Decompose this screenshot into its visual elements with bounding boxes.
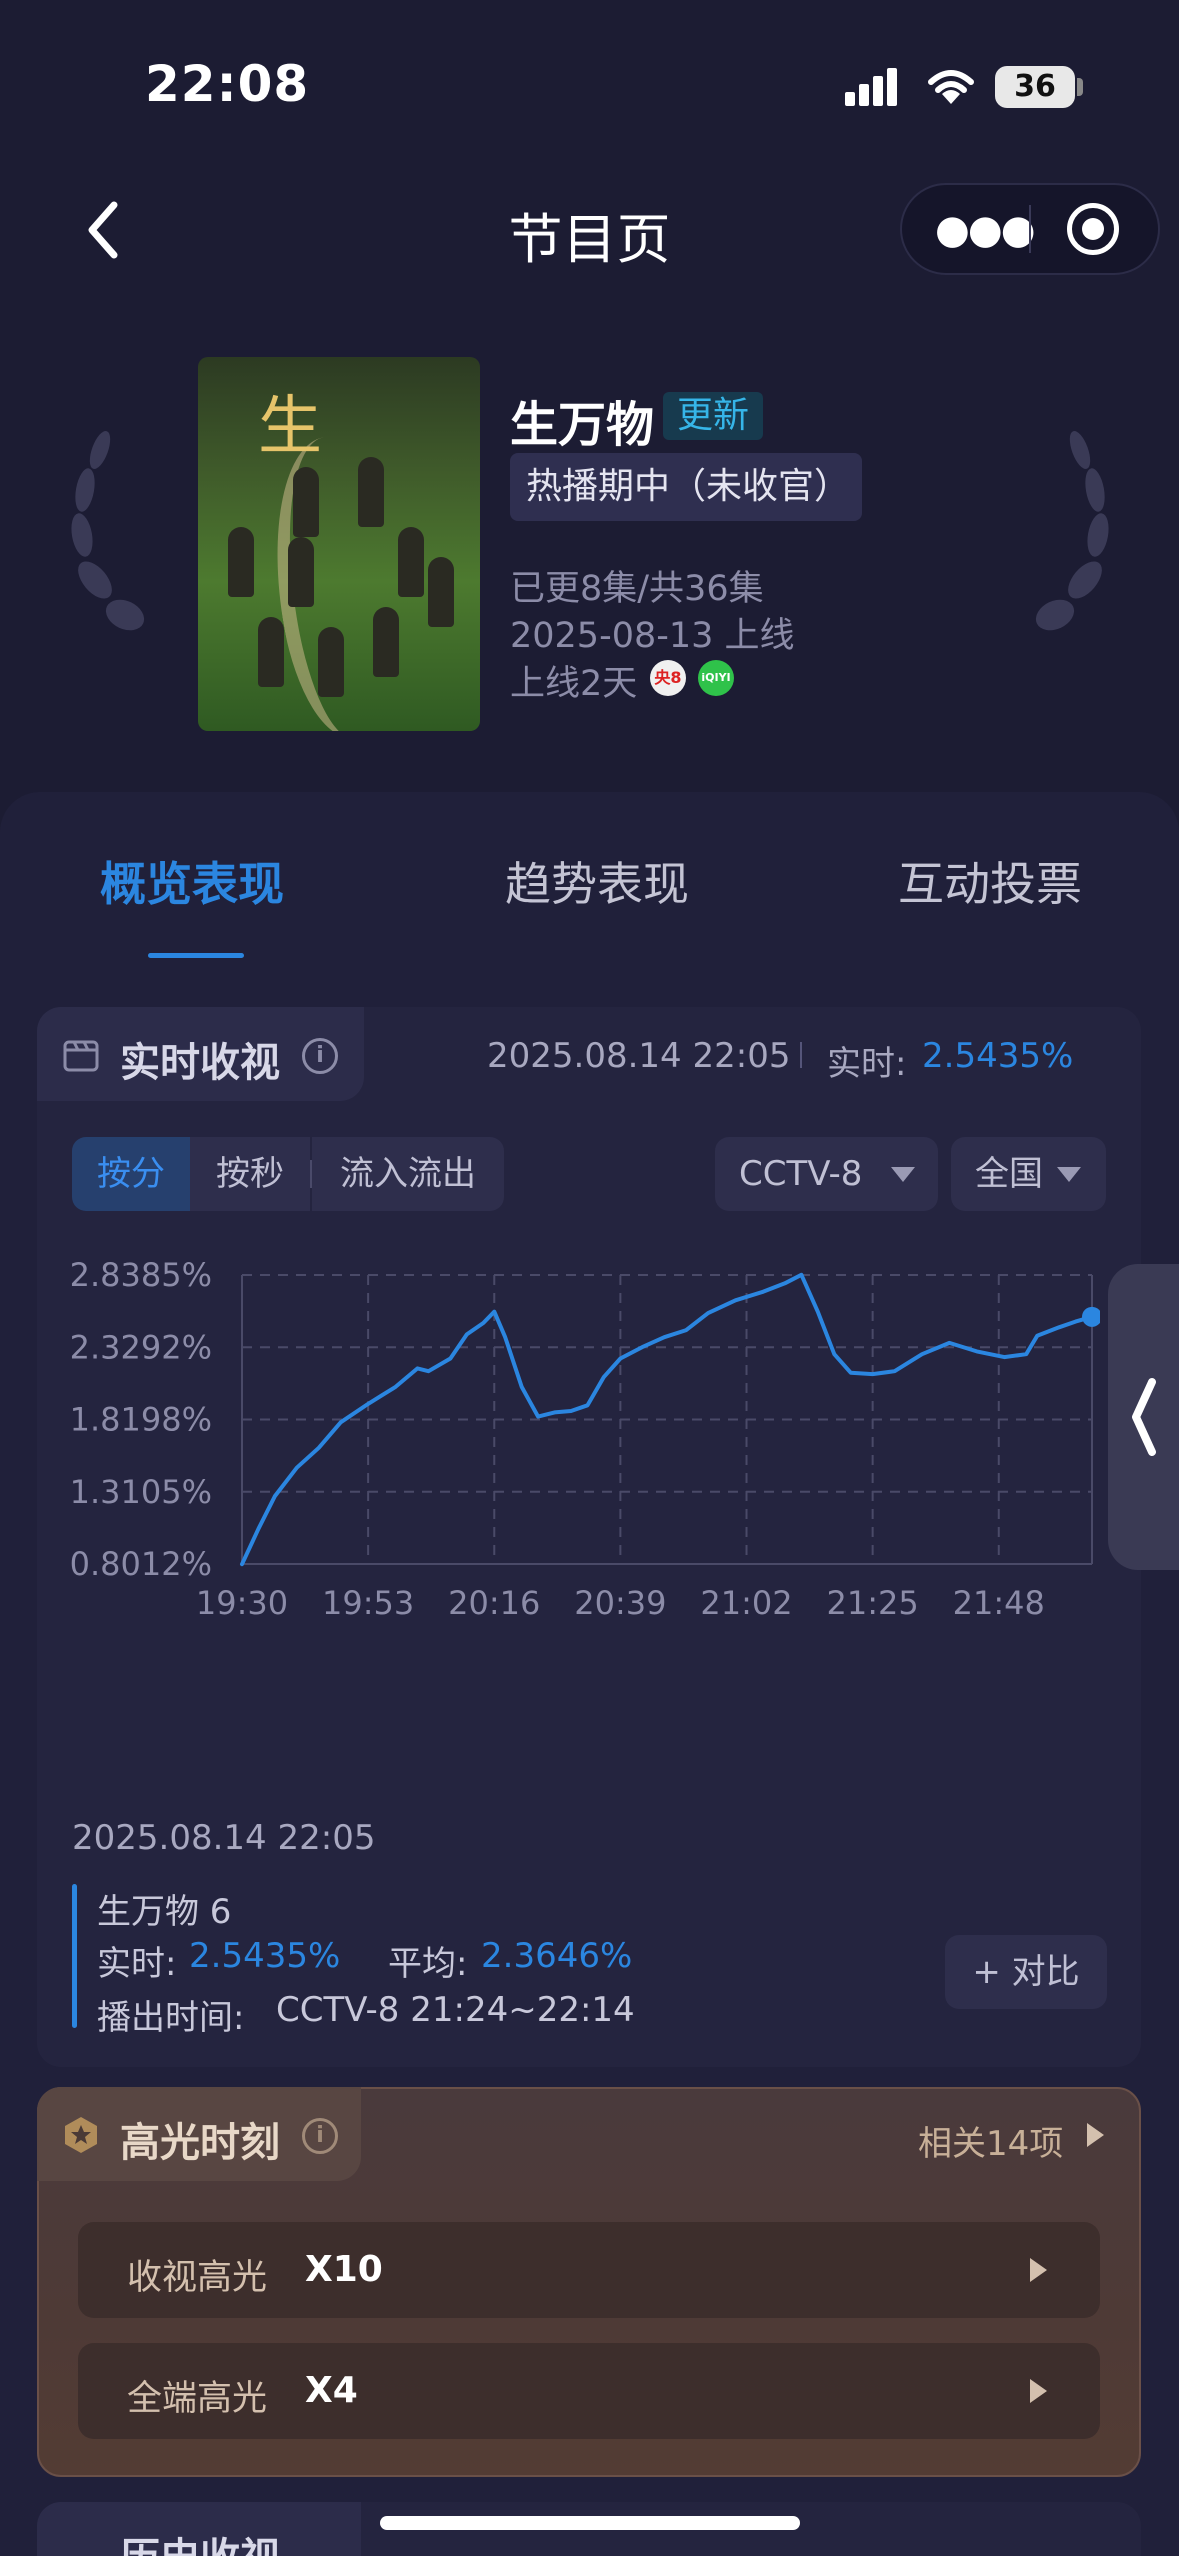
episode-count: 已更8集/共36集 bbox=[510, 569, 764, 609]
realtime-ratings-chart: 2.8385% 2.3292% 1.8198% 1.3105% 0.8012%19:30… bbox=[70, 1256, 1100, 1622]
info-icon[interactable]: i bbox=[302, 1038, 338, 1074]
battery-indicator: 36 bbox=[995, 66, 1075, 108]
highlight-count: X4 bbox=[305, 2370, 358, 2411]
clapperboard-icon bbox=[63, 1040, 99, 1072]
legend-airtime-value: CCTV-8 21:24~22:14 bbox=[276, 1990, 635, 2030]
y-tick-label: 2.8385% bbox=[70, 1256, 212, 1294]
channel-dropdown-value: CCTV-8 bbox=[739, 1154, 863, 1194]
tab-trends[interactable]: 趋势表现 bbox=[505, 848, 689, 914]
play-arrow-icon[interactable] bbox=[1087, 2123, 1104, 2147]
cctv8-channel-icon: 央8 bbox=[650, 660, 686, 696]
divider bbox=[800, 1042, 802, 1068]
play-arrow-icon bbox=[1030, 2258, 1047, 2282]
tab-active-indicator bbox=[148, 953, 244, 958]
region-dropdown-value: 全国 bbox=[975, 1154, 1043, 1194]
laurel-right-icon bbox=[1035, 431, 1109, 631]
legend-airtime-label: 播出时间: bbox=[97, 1998, 245, 2038]
region-dropdown[interactable]: 全国 bbox=[951, 1137, 1106, 1211]
legend-series-name: 生万物 6 bbox=[97, 1892, 232, 1932]
laurel-left-icon bbox=[71, 431, 145, 631]
highlight-count: X10 bbox=[305, 2249, 383, 2290]
realtime-title: 实时收视 bbox=[120, 1040, 280, 1086]
play-arrow-icon bbox=[1030, 2379, 1047, 2403]
highlight-label: 收视高光 bbox=[127, 2258, 268, 2298]
info-icon[interactable]: i bbox=[302, 2118, 338, 2154]
star-badge-icon bbox=[65, 2117, 97, 2153]
signal-icon bbox=[845, 68, 897, 106]
online-days: 上线2天 bbox=[510, 664, 638, 704]
highlights-title: 高光时刻 bbox=[120, 2120, 280, 2166]
compare-button[interactable]: + 对比 bbox=[945, 1935, 1107, 2009]
segment-by-second[interactable]: 按秒 bbox=[190, 1137, 310, 1211]
update-badge: 更新 bbox=[663, 392, 764, 440]
realtime-timestamp: 2025.08.14 22:05 bbox=[487, 1036, 791, 1076]
highlights-related-link[interactable]: 相关14项 bbox=[918, 2116, 1063, 2165]
legend-timestamp: 2025.08.14 22:05 bbox=[72, 1818, 376, 1858]
side-drawer-handle[interactable] bbox=[1108, 1264, 1179, 1570]
airing-status-tag: 热播期中（未收官） bbox=[510, 453, 862, 521]
x-tick-label: 21:02 bbox=[700, 1584, 792, 1622]
poster-title-glyph: 生 bbox=[258, 390, 322, 464]
close-target-icon[interactable] bbox=[1067, 203, 1119, 255]
legend-series-bar bbox=[72, 1884, 77, 2028]
current-point-marker bbox=[1082, 1306, 1100, 1327]
chevron-down-icon bbox=[891, 1167, 915, 1182]
x-tick-label: 20:39 bbox=[574, 1584, 666, 1622]
y-tick-label: 2.3292% bbox=[70, 1328, 212, 1366]
release-date: 2025-08-13 上线 bbox=[510, 616, 795, 656]
legend-realtime-value: 2.5435% bbox=[189, 1936, 341, 1976]
x-tick-label: 21:48 bbox=[953, 1584, 1045, 1622]
legend-average-value: 2.3646% bbox=[481, 1936, 633, 1976]
channel-dropdown[interactable]: CCTV-8 bbox=[715, 1137, 938, 1211]
chevron-left-icon bbox=[1132, 1378, 1156, 1456]
legend-realtime-label: 实时: bbox=[97, 1944, 177, 1984]
segment-flow[interactable]: 流入流出 bbox=[312, 1137, 504, 1211]
tab-overview[interactable]: 概览表现 bbox=[100, 848, 284, 914]
home-indicator bbox=[380, 2516, 800, 2530]
legend-average-label: 平均: bbox=[388, 1944, 468, 1984]
battery-tip bbox=[1077, 78, 1083, 96]
realtime-value: 2.5435% bbox=[922, 1036, 1074, 1076]
chevron-down-icon bbox=[1057, 1167, 1081, 1182]
x-tick-label: 19:30 bbox=[196, 1584, 288, 1622]
iqiyi-platform-icon: iQIYI bbox=[698, 660, 734, 696]
realtime-label: 实时: bbox=[827, 1044, 907, 1084]
more-dots-icon[interactable]: ●●● bbox=[935, 205, 1036, 255]
y-tick-label: 0.8012% bbox=[70, 1545, 212, 1583]
x-tick-label: 20:16 bbox=[448, 1584, 540, 1622]
wifi-icon bbox=[928, 70, 974, 104]
y-tick-label: 1.8198% bbox=[70, 1401, 212, 1439]
program-poster[interactable]: 生 bbox=[198, 357, 480, 731]
status-time: 22:08 bbox=[145, 55, 310, 113]
highlight-label: 全端高光 bbox=[127, 2379, 268, 2419]
tab-voting[interactable]: 互动投票 bbox=[898, 848, 1082, 914]
x-tick-label: 21:25 bbox=[827, 1584, 919, 1622]
program-title: 生万物 bbox=[510, 397, 655, 453]
segment-by-minute[interactable]: 按分 bbox=[72, 1137, 190, 1211]
y-tick-label: 1.3105% bbox=[70, 1473, 212, 1511]
x-tick-label: 19:53 bbox=[322, 1584, 414, 1622]
history-title: 历史收视 bbox=[120, 2525, 280, 2556]
capsule-divider bbox=[1029, 205, 1031, 253]
